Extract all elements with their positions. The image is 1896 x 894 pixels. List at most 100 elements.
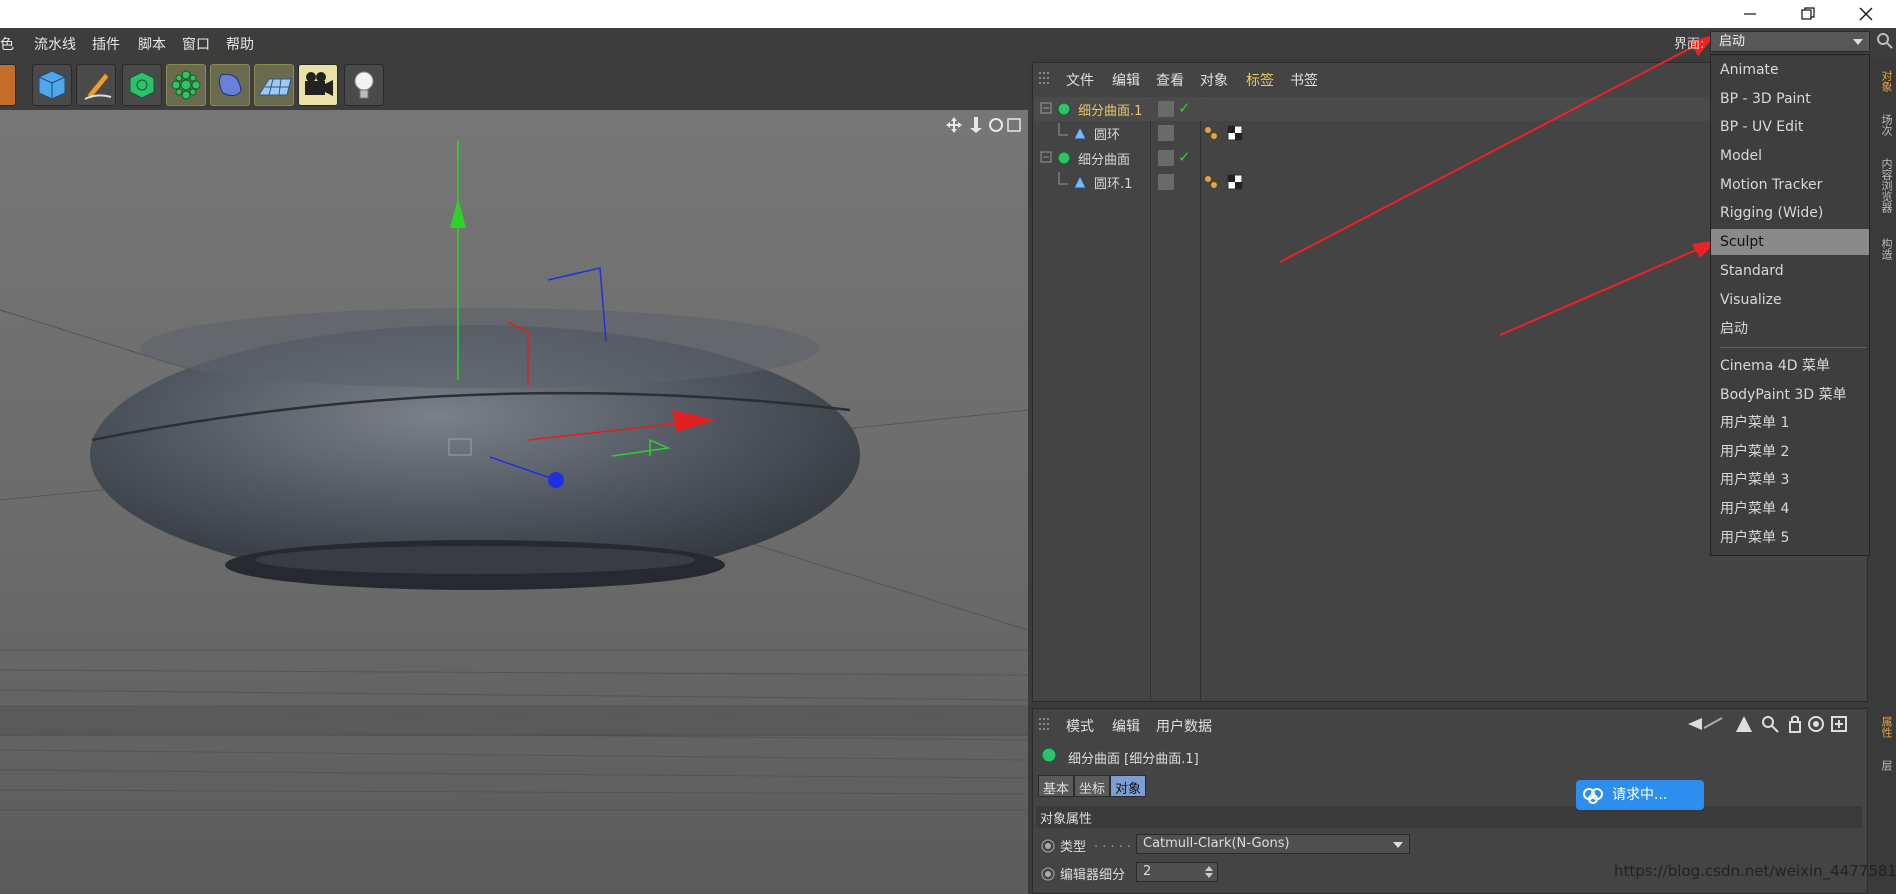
menu-role[interactable]: 角色 xyxy=(0,34,14,54)
stepper-icon xyxy=(1205,866,1213,878)
dropdown-item[interactable]: 用户菜单 2 xyxy=(1720,439,1868,465)
minimize-button[interactable] xyxy=(1722,0,1778,28)
menu-pipeline[interactable]: 流水线 xyxy=(34,34,76,54)
torus-object-icon xyxy=(1073,174,1087,189)
subdivision-tool-button[interactable] xyxy=(122,64,162,106)
badge-label: 请求中... xyxy=(1612,787,1668,803)
tab-coord[interactable]: 坐标 xyxy=(1074,775,1111,797)
cube-icon xyxy=(38,70,66,100)
object-name[interactable]: 圆环.1 xyxy=(1094,173,1132,192)
search-icon[interactable] xyxy=(1876,32,1894,50)
object-name[interactable]: 细分曲面.1 xyxy=(1078,100,1142,119)
object-name[interactable]: 圆环 xyxy=(1094,124,1120,143)
dropdown-item[interactable]: 用户菜单 3 xyxy=(1720,467,1868,493)
viewport-nav-controls[interactable] xyxy=(944,114,1028,136)
move-camera-icon xyxy=(946,117,1021,133)
type-dots: . . . . . xyxy=(1094,836,1132,851)
collapse-icon xyxy=(1040,102,1052,114)
type-label: 类型 xyxy=(1060,840,1087,855)
layout-select[interactable]: 启动 xyxy=(1710,31,1870,52)
am-object-title: 细分曲面 [细分曲面.1] xyxy=(1068,752,1199,767)
layer-swatch[interactable] xyxy=(1158,101,1174,117)
dropdown-item[interactable]: Model xyxy=(1720,143,1868,169)
am-nav-icons[interactable] xyxy=(1686,714,1862,734)
mograph-tool-button[interactable] xyxy=(166,64,206,106)
side-tab-attributes[interactable]: 属性 xyxy=(1874,716,1894,738)
type-select[interactable]: Catmull-Clark(N-Gons) xyxy=(1136,834,1410,854)
dropdown-item[interactable]: 用户菜单 5 xyxy=(1720,525,1868,551)
floor-icon xyxy=(258,78,292,96)
side-tab-objects[interactable]: 对象 xyxy=(1874,70,1894,92)
cube-tool-button[interactable] xyxy=(32,64,72,106)
subdivision-icon xyxy=(129,71,155,99)
editor-subdiv-field[interactable]: 2 xyxy=(1136,862,1218,882)
dropdown-item[interactable]: 用户菜单 4 xyxy=(1720,496,1868,522)
radio-icon[interactable] xyxy=(1040,866,1056,882)
pen-tool-button[interactable] xyxy=(76,64,116,106)
tree-line-icon xyxy=(1058,172,1068,185)
dropdown-item[interactable]: Standard xyxy=(1720,258,1868,284)
dropdown-item[interactable]: BP - UV Edit xyxy=(1720,114,1868,140)
tag-icons xyxy=(1205,125,1243,141)
layer-swatch[interactable] xyxy=(1158,125,1174,141)
dropdown-item[interactable]: Cinema 4D 菜单 xyxy=(1720,353,1868,379)
am-menu-edit[interactable]: 编辑 xyxy=(1112,716,1140,736)
subdivision-object-icon xyxy=(1057,102,1071,116)
menu-help[interactable]: 帮助 xyxy=(226,34,254,54)
tab-object[interactable]: 对象 xyxy=(1110,775,1147,797)
side-tab-takes[interactable]: 场次 xyxy=(1874,114,1894,136)
menu-plugins[interactable]: 插件 xyxy=(92,34,120,54)
dropdown-item[interactable]: Motion Tracker xyxy=(1720,172,1868,198)
type-value: Catmull-Clark(N-Gons) xyxy=(1143,836,1290,851)
dropdown-item[interactable]: BodyPaint 3D 菜单 xyxy=(1720,382,1868,408)
dropdown-item[interactable]: Visualize xyxy=(1720,287,1868,313)
deformer-tool-button[interactable] xyxy=(210,64,250,106)
dropdown-item[interactable]: 启动 xyxy=(1720,316,1868,342)
cloner-icon xyxy=(171,70,201,100)
camera-icon xyxy=(305,72,333,96)
object-name[interactable]: 细分曲面 xyxy=(1078,149,1130,168)
tag-icons xyxy=(1205,174,1243,190)
radio-icon[interactable] xyxy=(1040,838,1056,854)
dropdown-item[interactable]: Animate xyxy=(1720,57,1868,83)
light-tool-button[interactable] xyxy=(344,64,384,106)
om-menu-edit[interactable]: 编辑 xyxy=(1112,70,1140,90)
tab-basic[interactable]: 基本 xyxy=(1038,775,1075,797)
am-menu-userdata[interactable]: 用户数据 xyxy=(1156,716,1212,736)
restore-icon xyxy=(1801,7,1815,20)
dropdown-item[interactable]: Rigging (Wide) xyxy=(1720,200,1868,226)
dropdown-item-selected[interactable]: Sculpt xyxy=(1711,229,1869,255)
layer-swatch[interactable] xyxy=(1158,174,1174,190)
camera-tool-button[interactable] xyxy=(298,64,338,106)
title-bar xyxy=(0,0,1896,28)
floor-tool-button[interactable] xyxy=(254,64,294,106)
side-tab-layers[interactable]: 层 xyxy=(1874,760,1894,771)
om-menu-object[interactable]: 对象 xyxy=(1200,70,1228,90)
menu-window[interactable]: 窗口 xyxy=(182,34,210,54)
dropdown-item[interactable]: BP - 3D Paint xyxy=(1720,86,1868,112)
chevron-down-icon xyxy=(1393,842,1403,848)
cloud-icon xyxy=(1583,788,1603,804)
menu-script[interactable]: 脚本 xyxy=(138,34,166,54)
side-tab-structure[interactable]: 构造 xyxy=(1874,238,1894,260)
om-menu-file[interactable]: 文件 xyxy=(1066,70,1094,90)
pen-icon xyxy=(84,72,112,100)
deformer-icon xyxy=(218,73,242,97)
render-tool-button[interactable] xyxy=(0,64,16,106)
dropdown-divider xyxy=(1720,347,1866,348)
3d-viewport[interactable] xyxy=(0,110,1028,894)
om-menu-view[interactable]: 查看 xyxy=(1156,70,1184,90)
viewport-scene xyxy=(0,110,1028,894)
checkmark-icon[interactable]: ✓ xyxy=(1178,148,1191,166)
side-tab-content-browser[interactable]: 内容浏览器 xyxy=(1874,158,1894,213)
checkmark-icon[interactable]: ✓ xyxy=(1178,99,1191,117)
layer-swatch[interactable] xyxy=(1158,150,1174,166)
restore-button[interactable] xyxy=(1780,0,1836,28)
annotation-arrows xyxy=(1279,34,1718,336)
am-menu-mode[interactable]: 模式 xyxy=(1066,716,1094,736)
close-icon xyxy=(1859,7,1873,21)
grip-icon xyxy=(1038,70,1052,86)
chevron-down-icon xyxy=(1853,39,1863,45)
close-button[interactable] xyxy=(1838,0,1894,28)
dropdown-item[interactable]: 用户菜单 1 xyxy=(1720,410,1868,436)
